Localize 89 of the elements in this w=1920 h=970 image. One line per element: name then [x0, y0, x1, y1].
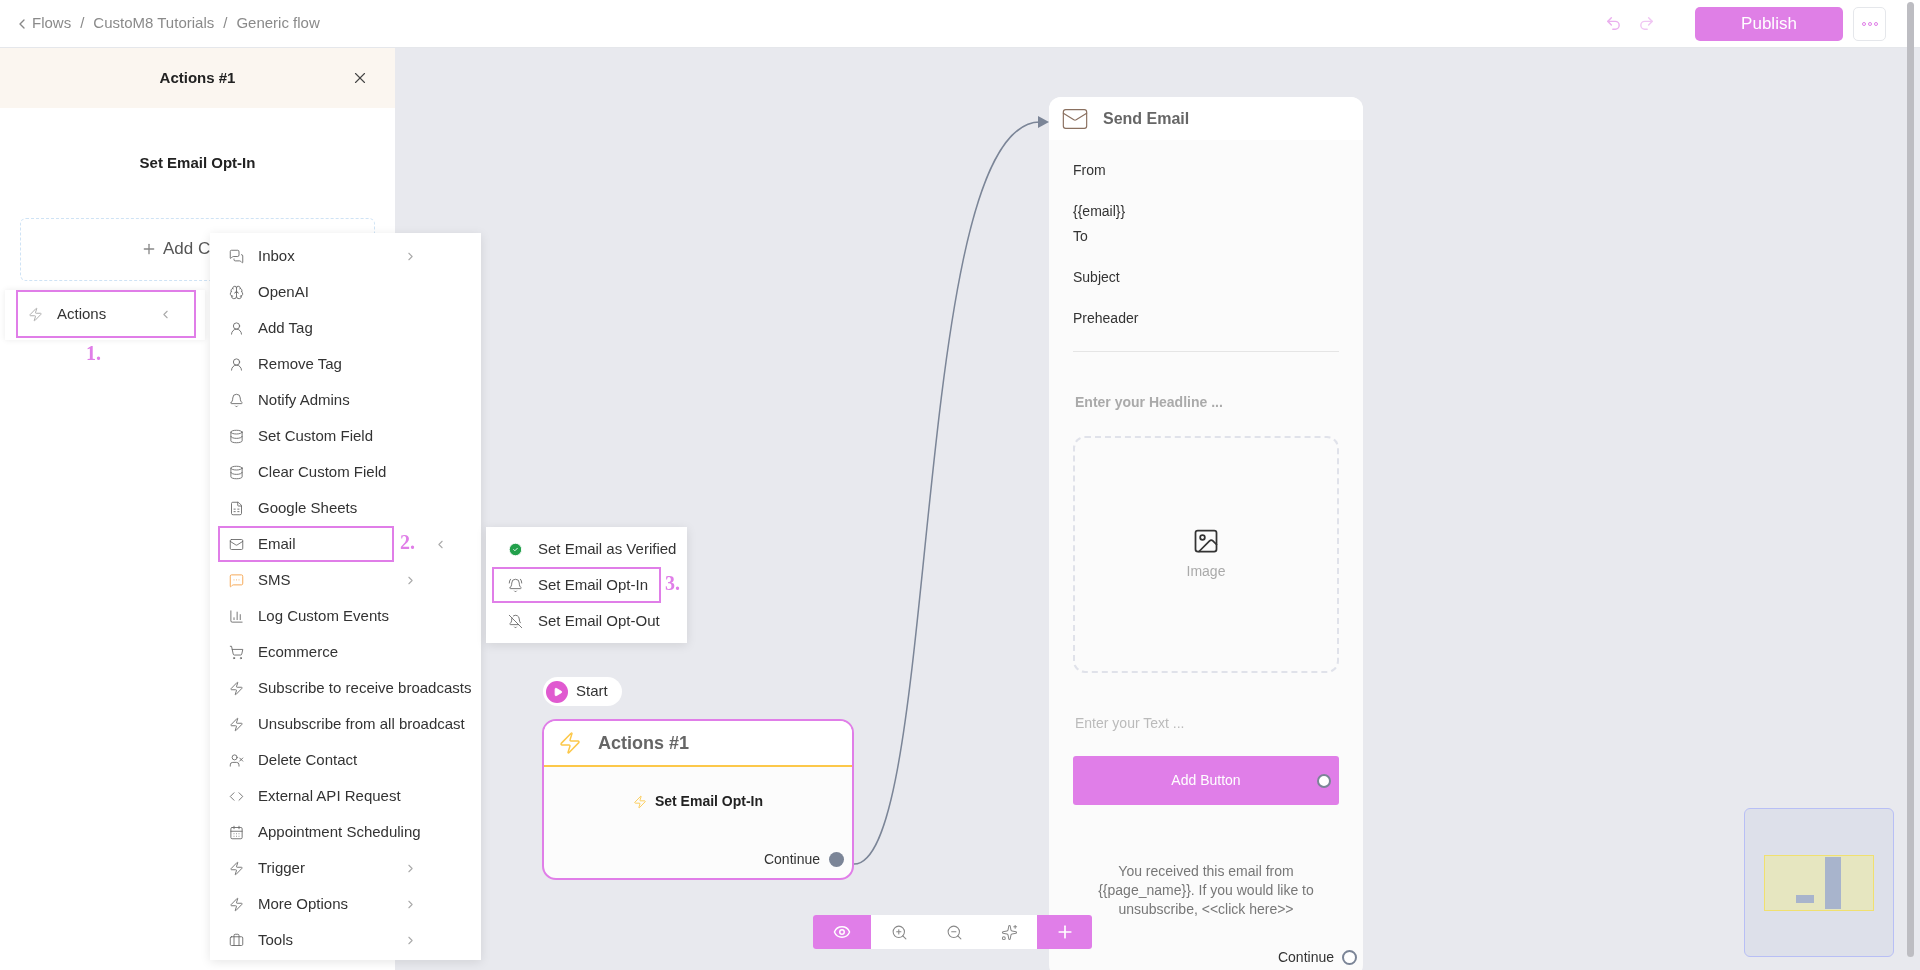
database-icon — [229, 464, 244, 480]
bell-icon — [229, 392, 244, 408]
breadcrumb-link[interactable]: Flows — [32, 12, 72, 35]
menu-item[interactable]: Set Custom Field — [218, 418, 394, 454]
node-title: Send Email — [1103, 108, 1190, 129]
lightning-icon — [229, 716, 244, 732]
step-number: 3. — [665, 572, 680, 594]
submenu-item[interactable]: Set Email Opt-Out — [492, 603, 668, 639]
lightning-icon — [229, 680, 244, 696]
plus-icon — [141, 241, 157, 257]
menu-item[interactable]: Delete Contact — [218, 742, 394, 778]
output-label: Continue — [1277, 948, 1334, 967]
image-icon — [1192, 527, 1220, 555]
menu-item[interactable]: Appointment Scheduling — [218, 814, 427, 850]
start-node[interactable]: Start — [543, 677, 622, 706]
user-icon — [229, 356, 244, 372]
step-number: 2. — [400, 531, 415, 553]
user-x-icon — [229, 752, 244, 768]
node-title: Actions #1 — [598, 731, 690, 755]
menu-item[interactable]: Unsubscribe from all broadcast — [218, 706, 471, 742]
chat-icon — [229, 248, 244, 264]
breadcrumb-separator: / — [80, 13, 85, 34]
menu-item[interactable]: Ecommerce — [218, 634, 394, 670]
menu-item[interactable]: Tools — [218, 922, 394, 958]
menu-item[interactable]: Add Tag — [218, 310, 394, 346]
more-button[interactable] — [1853, 6, 1886, 41]
bell-icon — [508, 577, 523, 593]
node-action: Set Email Opt-In — [654, 792, 764, 811]
user-icon — [229, 320, 244, 336]
menu-item[interactable]: Google Sheets — [218, 490, 394, 526]
check-circle-icon — [508, 541, 523, 557]
zoom-in-icon — [890, 923, 908, 941]
minimap[interactable] — [1744, 808, 1894, 957]
menu-item[interactable]: Clear Custom Field — [218, 454, 394, 490]
output-label: Continue — [763, 850, 820, 869]
email-field: From — [1073, 160, 1339, 181]
breadcrumb-link[interactable]: Generic flow — [236, 12, 320, 35]
lightning-icon — [229, 896, 244, 912]
cart-icon — [229, 644, 244, 660]
menu-item[interactable]: Remove Tag — [218, 346, 394, 382]
lightning-icon — [632, 794, 647, 809]
eye-icon — [833, 923, 851, 941]
sparkles-icon — [1000, 923, 1018, 941]
lightning-icon — [229, 860, 244, 876]
add-node-button[interactable] — [1037, 915, 1092, 949]
email-field: {{email}} — [1073, 201, 1339, 222]
preview-button[interactable] — [813, 915, 871, 949]
zoom-out-icon — [945, 923, 963, 941]
menu-item[interactable]: Notify Admins — [218, 382, 394, 418]
action-node[interactable]: Actions #1 Set Email Opt-In Continue — [542, 719, 854, 880]
email-field: Preheader — [1073, 308, 1339, 329]
lightning-icon — [558, 731, 582, 755]
redo-icon[interactable] — [1638, 15, 1655, 32]
email-field: To — [1073, 226, 1339, 247]
bell-off-icon — [508, 613, 523, 629]
menu-item[interactable]: Email — [218, 526, 394, 562]
email-footer: You received this email from {{page_name}}. If you would like to unsubscribe, <<click here>> — [1073, 862, 1339, 919]
panel-title: Actions #1 — [159, 67, 236, 88]
output-port[interactable] — [829, 852, 844, 867]
action-title: Set Email Opt-In — [139, 153, 256, 173]
database-icon — [229, 428, 244, 444]
step-number: 1. — [86, 342, 101, 364]
menu-item[interactable]: Trigger — [218, 850, 394, 886]
output-port[interactable] — [1342, 950, 1357, 965]
menu-item[interactable]: Log Custom Events — [218, 598, 395, 634]
breadcrumb-separator: / — [223, 13, 228, 34]
brain-icon — [229, 284, 244, 300]
undo-icon[interactable] — [1605, 15, 1622, 32]
email-field: Subject — [1073, 267, 1339, 288]
submenu-item[interactable]: Set Email Opt-In — [492, 567, 661, 603]
bar-chart-icon — [229, 608, 244, 624]
spreadsheet-icon — [229, 500, 244, 516]
scrollbar[interactable] — [1907, 2, 1914, 957]
menu-item[interactable]: External API Request — [218, 778, 407, 814]
email-node[interactable] — [1049, 97, 1363, 970]
briefcase-icon — [229, 932, 244, 948]
calendar-icon — [229, 824, 244, 840]
play-icon — [546, 680, 568, 703]
message-icon — [229, 572, 244, 588]
menu-item[interactable]: More Options — [218, 886, 394, 922]
menu-item[interactable]: SMS — [218, 562, 394, 598]
lightning-icon — [28, 306, 43, 322]
menu-item[interactable]: Subscribe to receive broadcasts — [218, 670, 478, 706]
start-label: Start — [576, 681, 608, 702]
breadcrumb-link[interactable]: CustoM8 Tutorials — [93, 12, 215, 35]
category-item[interactable]: Actions — [16, 290, 196, 338]
image-label: Image — [1186, 562, 1226, 581]
mail-icon — [229, 536, 244, 552]
submenu-item[interactable]: Set Email as Verified — [492, 531, 685, 567]
